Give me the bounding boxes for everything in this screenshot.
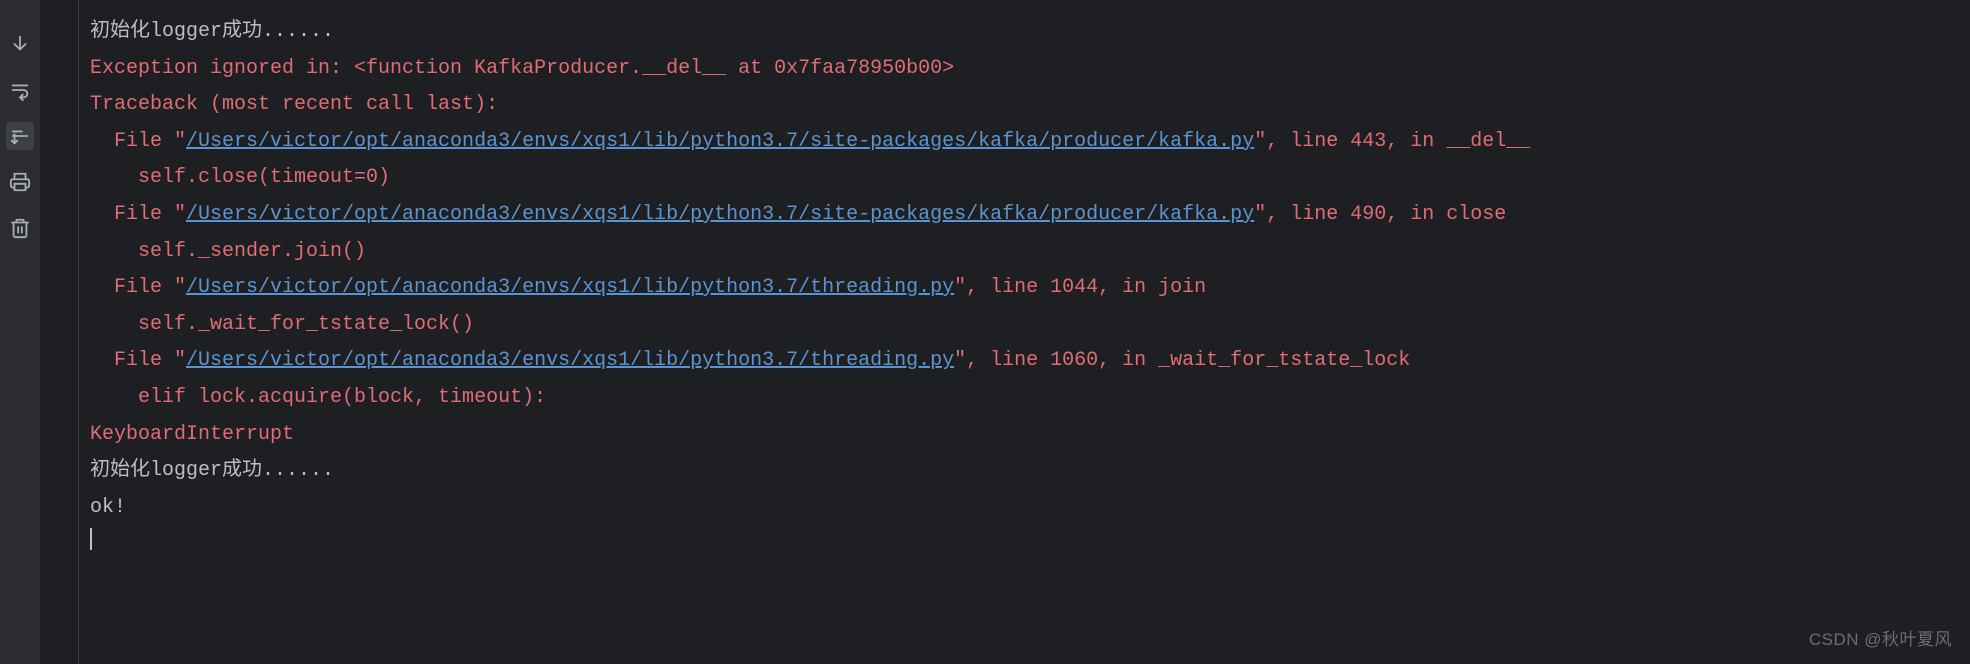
console-line: self._wait_for_tstate_lock() [90,307,1960,344]
file-link[interactable]: /Users/victor/opt/anaconda3/envs/xqs1/li… [186,130,1254,153]
console-line: File "/Users/victor/opt/anaconda3/envs/x… [90,270,1960,307]
print-icon[interactable] [6,168,34,196]
console-line: ok! [90,490,1960,527]
file-link[interactable]: /Users/victor/opt/anaconda3/envs/xqs1/li… [186,203,1254,226]
soft-wrap-icon[interactable] [6,76,34,104]
watermark-text: CSDN @秋叶夏风 [1809,625,1952,650]
console-cursor-line [90,526,1960,563]
console-line: File "/Users/victor/opt/anaconda3/envs/x… [90,124,1960,161]
console-output[interactable]: 初始化logger成功......Exception ignored in: <… [40,0,1970,664]
gutter-toolbar [0,0,40,664]
console-line: 初始化logger成功...... [90,14,1960,51]
console-line: File "/Users/victor/opt/anaconda3/envs/x… [90,343,1960,380]
console-line: File "/Users/victor/opt/anaconda3/envs/x… [90,197,1960,234]
trash-icon[interactable] [6,214,34,242]
file-link[interactable]: /Users/victor/opt/anaconda3/envs/xqs1/li… [186,276,954,299]
console-line: 初始化logger成功...... [90,453,1960,490]
console-line: self._sender.join() [90,234,1960,271]
console-line: self.close(timeout=0) [90,160,1960,197]
cursor-icon [90,528,92,550]
console-line: elif lock.acquire(block, timeout): [90,380,1960,417]
console-line: Traceback (most recent call last): [90,87,1960,124]
file-link[interactable]: /Users/victor/opt/anaconda3/envs/xqs1/li… [186,349,954,372]
console-line: KeyboardInterrupt [90,417,1960,454]
down-arrow-icon[interactable] [6,30,34,58]
console-line: Exception ignored in: <function KafkaPro… [90,51,1960,88]
scroll-to-end-icon[interactable] [6,122,34,150]
